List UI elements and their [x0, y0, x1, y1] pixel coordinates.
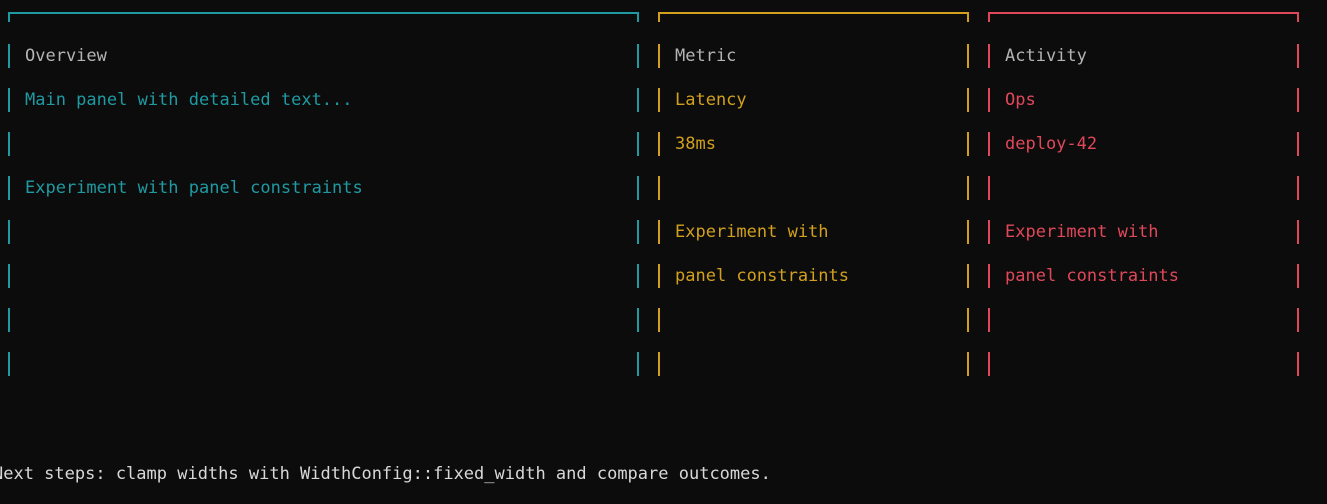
footer-message: Next steps: clamp widths with WidthConfi…	[0, 464, 771, 484]
panel-activity: Activity Ops deploy-42 Experiment with p…	[988, 12, 1299, 376]
panel-line	[8, 220, 639, 244]
panel-line	[988, 176, 1299, 200]
panel-top-border	[988, 12, 1299, 22]
panel-top-border	[8, 12, 639, 22]
panel-line-text: Experiment with	[1005, 222, 1159, 242]
panel-title: Metric	[675, 46, 737, 66]
panel-line	[658, 352, 969, 376]
panel-title-row: Overview	[8, 44, 639, 68]
panel-line	[8, 308, 639, 332]
panel-line-text: deploy-42	[1005, 134, 1098, 154]
panel-title: Overview	[25, 46, 107, 66]
panel-line	[988, 352, 1299, 376]
panel-line-text: Main panel with detailed text...	[25, 90, 353, 110]
panel-line-text: panel constraints	[675, 266, 849, 286]
panel-line	[8, 132, 639, 156]
panel-title: Activity	[1005, 46, 1087, 66]
panel-line: Ops	[988, 88, 1299, 112]
panel-line-text: Ops	[1005, 90, 1036, 110]
panel-line	[8, 264, 639, 288]
panel-title-row: Metric	[658, 44, 969, 68]
panel-line-text: panel constraints	[1005, 266, 1179, 286]
panel-line: Main panel with detailed text...	[8, 88, 639, 112]
panel-line: deploy-42	[988, 132, 1299, 156]
panel-line: Latency	[658, 88, 969, 112]
panel-metric: Metric Latency 38ms Experiment with pane…	[658, 12, 969, 376]
panel-line-text: Experiment with panel constraints	[25, 178, 363, 198]
panel-line: Experiment with	[658, 220, 969, 244]
panel-line: 38ms	[658, 132, 969, 156]
panel-overview: Overview Main panel with detailed text..…	[8, 12, 639, 376]
panel-line-text: 38ms	[675, 134, 716, 154]
panel-line	[658, 176, 969, 200]
panel-title-row: Activity	[988, 44, 1299, 68]
panel-line	[658, 308, 969, 332]
panel-top-border	[658, 12, 969, 22]
panel-line: panel constraints	[658, 264, 969, 288]
panel-line: Experiment with panel constraints	[8, 176, 639, 200]
panel-line-text: Latency	[675, 90, 747, 110]
panel-line-text: Experiment with	[675, 222, 829, 242]
panel-line	[8, 352, 639, 376]
panel-line: panel constraints	[988, 264, 1299, 288]
panel-line	[988, 308, 1299, 332]
panel-line: Experiment with	[988, 220, 1299, 244]
